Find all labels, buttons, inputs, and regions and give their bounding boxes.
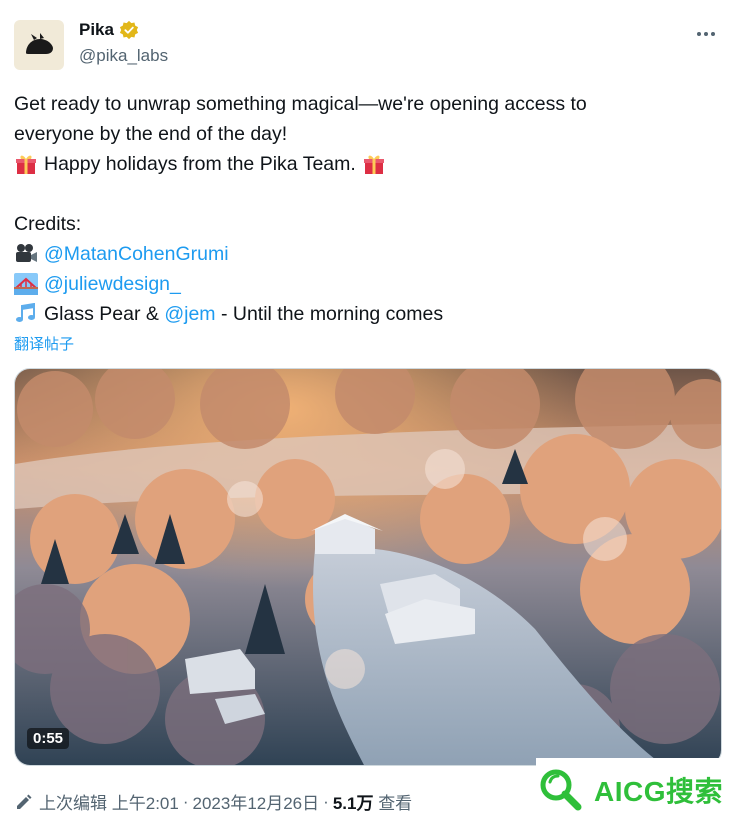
translate-post-link[interactable]: 翻译帖子 xyxy=(14,333,74,354)
tweet-line: everyone by the end of the day! xyxy=(14,123,288,145)
separator: · xyxy=(182,791,189,811)
pencil-icon xyxy=(17,794,32,809)
tweet-line: Credits: xyxy=(14,213,82,235)
movie-camera-emoji xyxy=(14,242,38,266)
magnifier-icon xyxy=(540,769,582,811)
edited-label[interactable]: 上次编辑 xyxy=(39,789,107,814)
gift-emoji xyxy=(362,152,386,176)
author-name-row: Pika xyxy=(79,20,139,40)
tweet-line: Happy holidays from the Pika Team. xyxy=(14,149,722,179)
music-notes-emoji xyxy=(14,302,38,326)
avatar[interactable] xyxy=(14,20,64,70)
more-icon[interactable] xyxy=(694,22,718,46)
post-date[interactable]: 2023年12月26日 xyxy=(193,789,320,814)
credit-line: Glass Pear & @jem - Until the morning co… xyxy=(14,299,722,329)
separator: · xyxy=(323,791,329,811)
video-player[interactable]: 0:55 xyxy=(14,368,722,766)
watermark-text: AICG搜索 xyxy=(594,776,724,807)
video-thumbnail xyxy=(15,369,721,765)
post-time[interactable]: 上午2:01 xyxy=(112,789,179,814)
credit-line: @MatanCohenGrumi xyxy=(14,239,722,269)
video-duration: 0:55 xyxy=(27,728,70,749)
verified-badge-icon xyxy=(119,20,139,40)
watermark: AICG搜索 xyxy=(536,758,736,822)
mention-link[interactable]: @juliewdesign_ xyxy=(44,269,181,299)
tweet-line: Get ready to unwrap something magical—we… xyxy=(14,93,587,115)
tweet-meta: 上次编辑 上午2:01 · 2023年12月26日 · 5.1万 查看 xyxy=(14,789,412,814)
pika-logo-icon xyxy=(26,33,53,54)
display-name[interactable]: Pika xyxy=(79,20,114,40)
mention-link[interactable]: @MatanCohenGrumi xyxy=(44,239,229,269)
views-label: 查看 xyxy=(378,794,413,813)
gift-emoji xyxy=(14,152,38,176)
author-handle[interactable]: @pika_labs xyxy=(79,46,168,66)
tweet-text: Get ready to unwrap something magical—we… xyxy=(14,89,722,329)
mention-link[interactable]: @jem xyxy=(164,299,215,329)
views-count: 5.1万 xyxy=(332,794,374,813)
bridge-emoji xyxy=(14,272,38,296)
credit-line: @juliewdesign_ xyxy=(14,269,722,299)
